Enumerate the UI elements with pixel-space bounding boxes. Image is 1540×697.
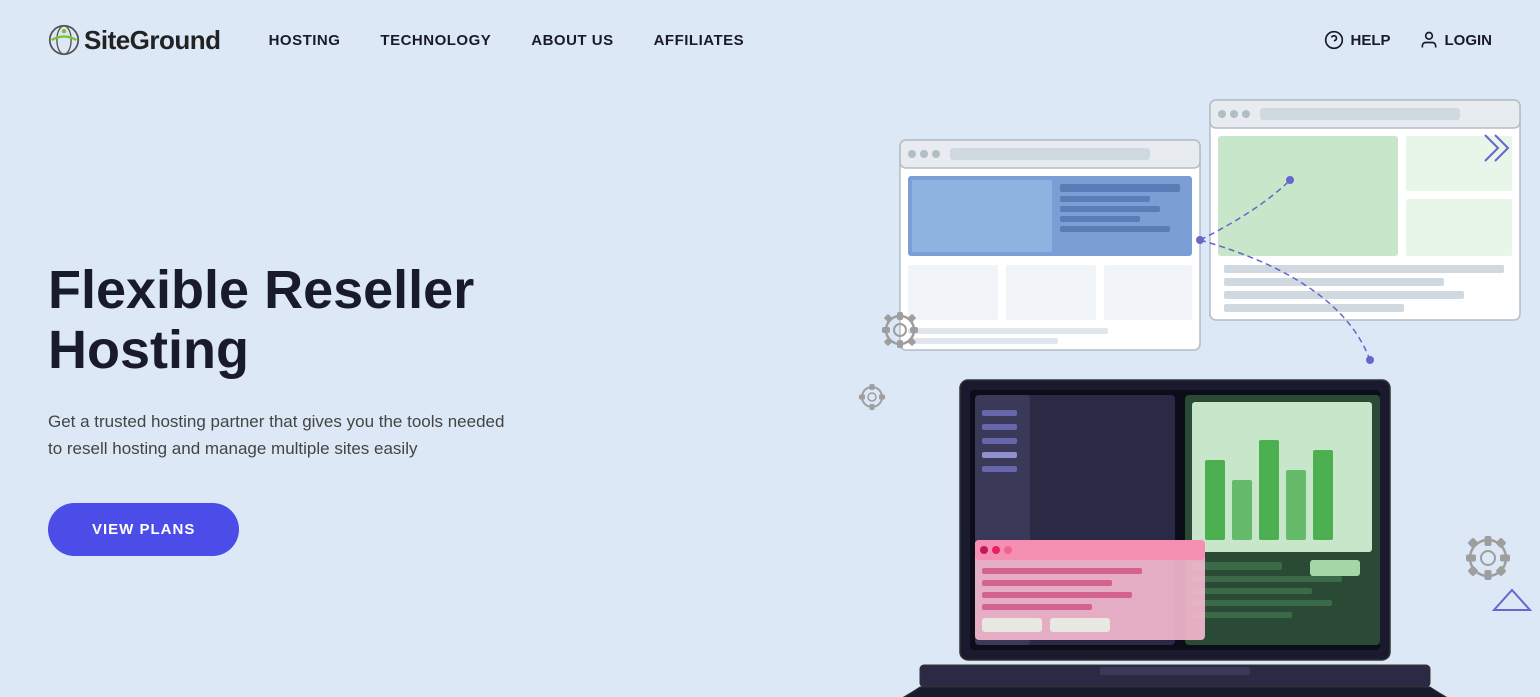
hero-content: Flexible Reseller Hosting Get a trusted …: [48, 261, 588, 555]
nav-item-technology[interactable]: TECHNOLOGY: [380, 32, 491, 49]
hero-title: Flexible Reseller Hosting: [48, 261, 588, 380]
login-link[interactable]: LOGIN: [1419, 30, 1493, 50]
logo[interactable]: SiteGround: [48, 24, 221, 56]
siteground-logo-icon: [48, 24, 80, 56]
hero-illustration: [840, 80, 1540, 697]
nav-right: HELP LOGIN: [1324, 30, 1492, 50]
nav-item-about-us[interactable]: ABOUT US: [531, 32, 613, 49]
help-label: HELP: [1350, 32, 1390, 49]
logo-text: SiteGround: [84, 25, 221, 56]
user-icon: [1419, 30, 1439, 50]
hero-description: Get a trusted hosting partner that gives…: [48, 408, 508, 462]
help-circle-icon: [1324, 30, 1344, 50]
hero-section: Flexible Reseller Hosting Get a trusted …: [0, 80, 1540, 697]
nav-item-hosting[interactable]: HOSTING: [269, 32, 341, 49]
nav-links: HOSTING TECHNOLOGY ABOUT US AFFILIATES: [269, 32, 1325, 49]
help-link[interactable]: HELP: [1324, 30, 1390, 50]
reseller-illustration: [840, 80, 1540, 697]
login-label: LOGIN: [1445, 32, 1493, 49]
view-plans-button[interactable]: VIEW PLANS: [48, 503, 239, 556]
main-nav: SiteGround HOSTING TECHNOLOGY ABOUT US A…: [0, 0, 1540, 80]
nav-item-affiliates[interactable]: AFFILIATES: [654, 32, 745, 49]
